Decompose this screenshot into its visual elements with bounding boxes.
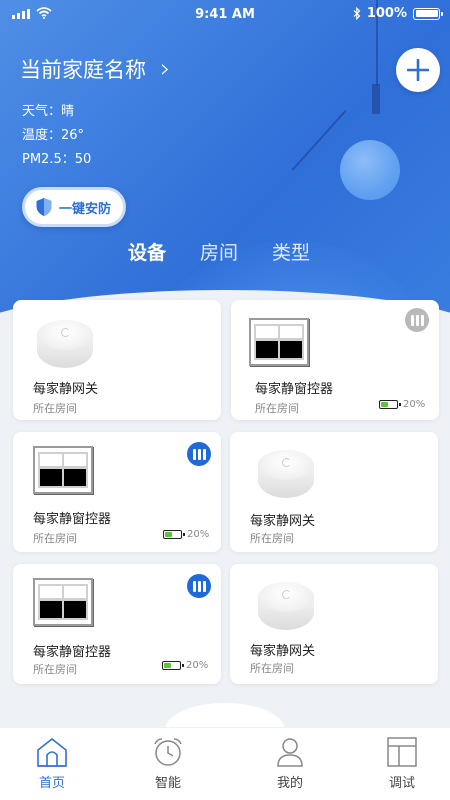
security-label: 一键安防 xyxy=(59,201,112,217)
mode-toggle-icon[interactable] xyxy=(187,442,211,466)
status-right: 100% xyxy=(353,6,443,21)
battery-level-icon xyxy=(163,530,185,539)
tab-rooms[interactable]: 房间 xyxy=(200,238,238,265)
home-icon xyxy=(37,737,67,767)
device-card[interactable]: 每家静网关 所在房间 xyxy=(13,300,221,420)
device-name: 每家静窗控器 xyxy=(33,645,112,660)
user-icon xyxy=(277,738,303,767)
battery-status: 20% xyxy=(163,529,209,540)
device-name: 每家静窗控器 xyxy=(33,512,112,527)
shield-icon xyxy=(36,198,52,216)
device-room: 所在房间 xyxy=(33,532,77,545)
chevron-right-icon: › xyxy=(160,54,171,84)
battery-percent: 100% xyxy=(366,6,407,21)
battery-icon xyxy=(413,7,443,20)
tabbar-label: 调试 xyxy=(388,776,415,791)
alarm-clock-icon xyxy=(154,738,182,766)
mode-toggle-icon[interactable] xyxy=(405,308,429,332)
device-name: 每家静窗控器 xyxy=(255,382,334,397)
mode-toggle-icon[interactable] xyxy=(187,574,211,598)
gateway-icon xyxy=(256,446,316,502)
status-bar: 9:41 AM 100% xyxy=(0,0,450,30)
tabbar-item-home[interactable]: 首页 xyxy=(12,736,92,791)
device-card[interactable]: 每家静窗控器 所在房间 20% xyxy=(13,564,221,684)
device-card[interactable]: 每家静窗控器 所在房间 20% xyxy=(231,300,439,420)
tabbar-label: 智能 xyxy=(154,776,181,791)
weather-info: 天气：晴 xyxy=(22,104,75,119)
window-controller-icon xyxy=(249,318,309,366)
device-name: 每家静网关 xyxy=(250,644,316,659)
window-controller-icon xyxy=(33,578,93,626)
device-room: 所在房间 xyxy=(250,662,294,675)
security-button[interactable]: 一键安防 xyxy=(22,187,126,227)
device-room: 所在房间 xyxy=(33,663,77,676)
battery-percent: 20% xyxy=(403,399,426,410)
battery-level-icon xyxy=(379,400,401,409)
device-name: 每家静网关 xyxy=(250,514,316,529)
home-name: 当前家庭名称 xyxy=(20,58,146,82)
home-selector[interactable]: 当前家庭名称 › xyxy=(20,54,170,84)
tabbar-item-smart[interactable]: 智能 xyxy=(128,736,208,791)
lamp-arm xyxy=(291,110,347,171)
bluetooth-icon xyxy=(353,7,361,20)
battery-percent: 20% xyxy=(187,529,210,540)
device-card[interactable]: 每家静网关 所在房间 xyxy=(230,432,438,552)
battery-level-icon xyxy=(162,661,184,670)
device-room: 所在房间 xyxy=(255,402,299,415)
lamp-bulb xyxy=(340,140,400,200)
tabbar-item-mine[interactable]: 我的 xyxy=(250,736,330,791)
battery-percent: 20% xyxy=(186,660,209,671)
bottom-tabbar: 首页 智能 我的 调试 xyxy=(0,727,450,800)
device-room: 所在房间 xyxy=(250,532,294,545)
tabbar-label: 首页 xyxy=(38,776,65,791)
window-controller-icon xyxy=(33,446,93,494)
device-card[interactable]: 每家静网关 所在房间 xyxy=(230,564,438,684)
add-button[interactable] xyxy=(396,48,440,92)
tab-types[interactable]: 类型 xyxy=(272,238,310,265)
gateway-icon xyxy=(35,316,95,372)
tabbar-item-debug[interactable]: 调试 xyxy=(362,736,442,791)
plus-icon xyxy=(407,59,429,81)
category-tabs: 设备 房间 类型 xyxy=(128,238,310,265)
battery-status: 20% xyxy=(379,399,425,410)
layout-icon xyxy=(387,737,417,767)
tab-devices[interactable]: 设备 xyxy=(128,238,166,265)
lamp-holder xyxy=(372,84,380,114)
device-name: 每家静网关 xyxy=(33,382,99,397)
temperature-info: 温度：26° xyxy=(22,128,85,143)
tabbar-label: 我的 xyxy=(276,776,303,791)
device-card[interactable]: 每家静窗控器 所在房间 20% xyxy=(13,432,221,552)
gateway-icon xyxy=(256,578,316,634)
device-room: 所在房间 xyxy=(33,402,77,415)
battery-status: 20% xyxy=(162,660,208,671)
pm25-info: PM2.5：50 xyxy=(22,152,92,167)
